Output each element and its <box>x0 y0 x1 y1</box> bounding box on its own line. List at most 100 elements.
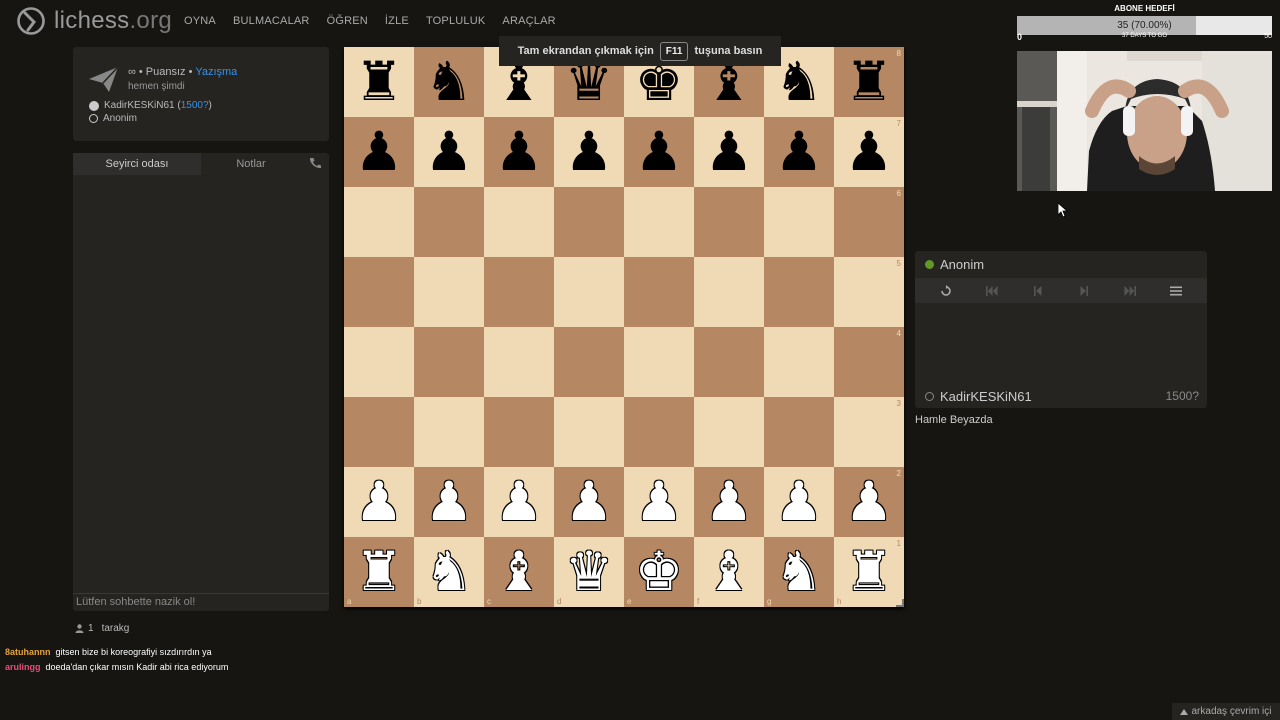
black-pawn-icon[interactable]: ♟ <box>705 125 753 179</box>
white-knight-icon[interactable]: ♞ <box>425 545 473 599</box>
square-f4[interactable] <box>694 327 764 397</box>
square-a4[interactable] <box>344 327 414 397</box>
black-rook-icon[interactable]: ♜ <box>845 55 893 109</box>
square-a6[interactable] <box>344 187 414 257</box>
square-e1[interactable]: ♚ e <box>624 537 694 607</box>
white-pawn-icon[interactable]: ♟ <box>775 475 823 529</box>
square-h3[interactable]: 3 <box>834 397 904 467</box>
square-g7[interactable]: ♟ <box>764 117 834 187</box>
square-c1[interactable]: ♝ c <box>484 537 554 607</box>
correspondence-link[interactable]: Yazışma <box>195 66 237 78</box>
viewer-name[interactable]: tarakg <box>102 623 130 634</box>
black-knight-icon[interactable]: ♞ <box>775 55 823 109</box>
menu-button[interactable] <box>1161 281 1191 301</box>
square-b6[interactable] <box>414 187 484 257</box>
square-c3[interactable] <box>484 397 554 467</box>
square-g1[interactable]: ♞ g <box>764 537 834 607</box>
square-e3[interactable] <box>624 397 694 467</box>
nav-community[interactable]: TOPLULUK <box>426 15 485 27</box>
white-pawn-icon[interactable]: ♟ <box>355 475 403 529</box>
square-f3[interactable] <box>694 397 764 467</box>
square-e4[interactable] <box>624 327 694 397</box>
square-a3[interactable] <box>344 397 414 467</box>
chat-input[interactable]: Lütfen sohbette nazik ol! <box>73 593 329 611</box>
square-c7[interactable]: ♟ <box>484 117 554 187</box>
white-pawn-icon[interactable]: ♟ <box>425 475 473 529</box>
square-g4[interactable] <box>764 327 834 397</box>
next-move-button[interactable] <box>1069 281 1099 301</box>
square-g3[interactable] <box>764 397 834 467</box>
tab-spectator-room[interactable]: Seyirci odası <box>73 153 201 175</box>
square-b1[interactable]: ♞ b <box>414 537 484 607</box>
white-pawn-icon[interactable]: ♟ <box>635 475 683 529</box>
square-g5[interactable] <box>764 257 834 327</box>
square-d3[interactable] <box>554 397 624 467</box>
white-king-icon[interactable]: ♚ <box>635 545 683 599</box>
square-d6[interactable] <box>554 187 624 257</box>
square-f1[interactable]: ♝ f <box>694 537 764 607</box>
black-pawn-icon[interactable]: ♟ <box>775 125 823 179</box>
square-a2[interactable]: ♟ <box>344 467 414 537</box>
white-bishop-icon[interactable]: ♝ <box>495 545 543 599</box>
square-a5[interactable] <box>344 257 414 327</box>
square-d5[interactable] <box>554 257 624 327</box>
square-h5[interactable]: 5 <box>834 257 904 327</box>
square-f2[interactable]: ♟ <box>694 467 764 537</box>
square-h7[interactable]: ♟ 7 <box>834 117 904 187</box>
nav-play[interactable]: OYNA <box>184 15 216 27</box>
friends-online-button[interactable]: arkadaş çevrim içi <box>1172 703 1280 720</box>
white-bishop-icon[interactable]: ♝ <box>705 545 753 599</box>
first-move-button[interactable] <box>977 281 1007 301</box>
square-b4[interactable] <box>414 327 484 397</box>
square-h4[interactable]: 4 <box>834 327 904 397</box>
black-pawn-icon[interactable]: ♟ <box>635 125 683 179</box>
nav-watch[interactable]: İZLE <box>385 15 409 27</box>
square-c6[interactable] <box>484 187 554 257</box>
black-pawn-icon[interactable]: ♟ <box>845 125 893 179</box>
black-knight-icon[interactable]: ♞ <box>425 55 473 109</box>
phone-icon[interactable] <box>309 157 321 169</box>
square-c4[interactable] <box>484 327 554 397</box>
last-move-button[interactable] <box>1115 281 1145 301</box>
square-a1[interactable]: ♜ a <box>344 537 414 607</box>
white-pawn-icon[interactable]: ♟ <box>495 475 543 529</box>
white-pawn-icon[interactable]: ♟ <box>845 475 893 529</box>
square-d1[interactable]: ♛ d <box>554 537 624 607</box>
tab-notes[interactable]: Notlar <box>201 153 301 175</box>
square-c5[interactable] <box>484 257 554 327</box>
square-e6[interactable] <box>624 187 694 257</box>
square-h1[interactable]: ♜ 1 h <box>834 537 904 607</box>
black-pawn-icon[interactable]: ♟ <box>425 125 473 179</box>
bottom-player-name[interactable]: KadirKESKiN61 <box>940 389 1032 404</box>
flip-board-button[interactable] <box>931 281 961 301</box>
square-e5[interactable] <box>624 257 694 327</box>
square-e7[interactable]: ♟ <box>624 117 694 187</box>
chess-board[interactable]: ♜ ♞ ♝ ♛ ♚ ♝ ♞ ♜ 8 ♟ ♟ ♟ ♟ ♟ ♟ ♟ ♟ 7 6 5 4 3 ♟ ♟ ♟ ♟ ♟ ♟ ♟ ♟ 2 ♜ a ♞ b ♝ c ♛ d ♚… <box>344 47 904 607</box>
square-d2[interactable]: ♟ <box>554 467 624 537</box>
square-a8[interactable]: ♜ <box>344 47 414 117</box>
board-resize-handle[interactable] <box>896 599 904 607</box>
square-h6[interactable]: 6 <box>834 187 904 257</box>
white-rook-icon[interactable]: ♜ <box>845 545 893 599</box>
black-pawn-icon[interactable]: ♟ <box>495 125 543 179</box>
square-b7[interactable]: ♟ <box>414 117 484 187</box>
square-h2[interactable]: ♟ 2 <box>834 467 904 537</box>
black-rook-icon[interactable]: ♜ <box>355 55 403 109</box>
square-g6[interactable] <box>764 187 834 257</box>
black-pawn-icon[interactable]: ♟ <box>355 125 403 179</box>
white-knight-icon[interactable]: ♞ <box>775 545 823 599</box>
black-pawn-icon[interactable]: ♟ <box>565 125 613 179</box>
previous-move-button[interactable] <box>1023 281 1053 301</box>
nav-learn[interactable]: ÖĞREN <box>327 15 368 27</box>
site-logo[interactable]: lichess.org <box>16 6 172 36</box>
square-a7[interactable]: ♟ <box>344 117 414 187</box>
square-b5[interactable] <box>414 257 484 327</box>
white-player-name[interactable]: KadirKESKiN61 <box>104 100 175 111</box>
square-f5[interactable] <box>694 257 764 327</box>
square-d7[interactable]: ♟ <box>554 117 624 187</box>
square-g2[interactable]: ♟ <box>764 467 834 537</box>
square-c2[interactable]: ♟ <box>484 467 554 537</box>
nav-puzzles[interactable]: BULMACALAR <box>233 15 310 27</box>
nav-tools[interactable]: ARAÇLAR <box>502 15 555 27</box>
white-rook-icon[interactable]: ♜ <box>355 545 403 599</box>
